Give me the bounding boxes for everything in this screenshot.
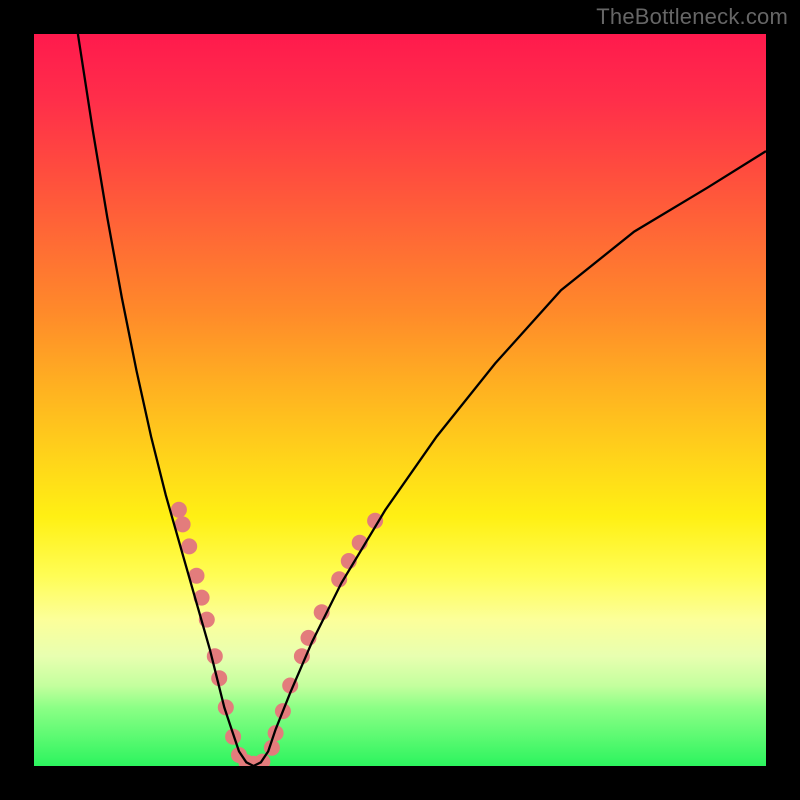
chart-svg bbox=[34, 34, 766, 766]
bottleneck-curve bbox=[78, 34, 766, 766]
sample-dot bbox=[175, 516, 191, 532]
watermark-text: TheBottleneck.com bbox=[596, 4, 788, 30]
plot-area bbox=[34, 34, 766, 766]
sample-dot bbox=[181, 538, 197, 554]
sample-dot bbox=[171, 502, 187, 518]
chart-container: TheBottleneck.com bbox=[0, 0, 800, 800]
